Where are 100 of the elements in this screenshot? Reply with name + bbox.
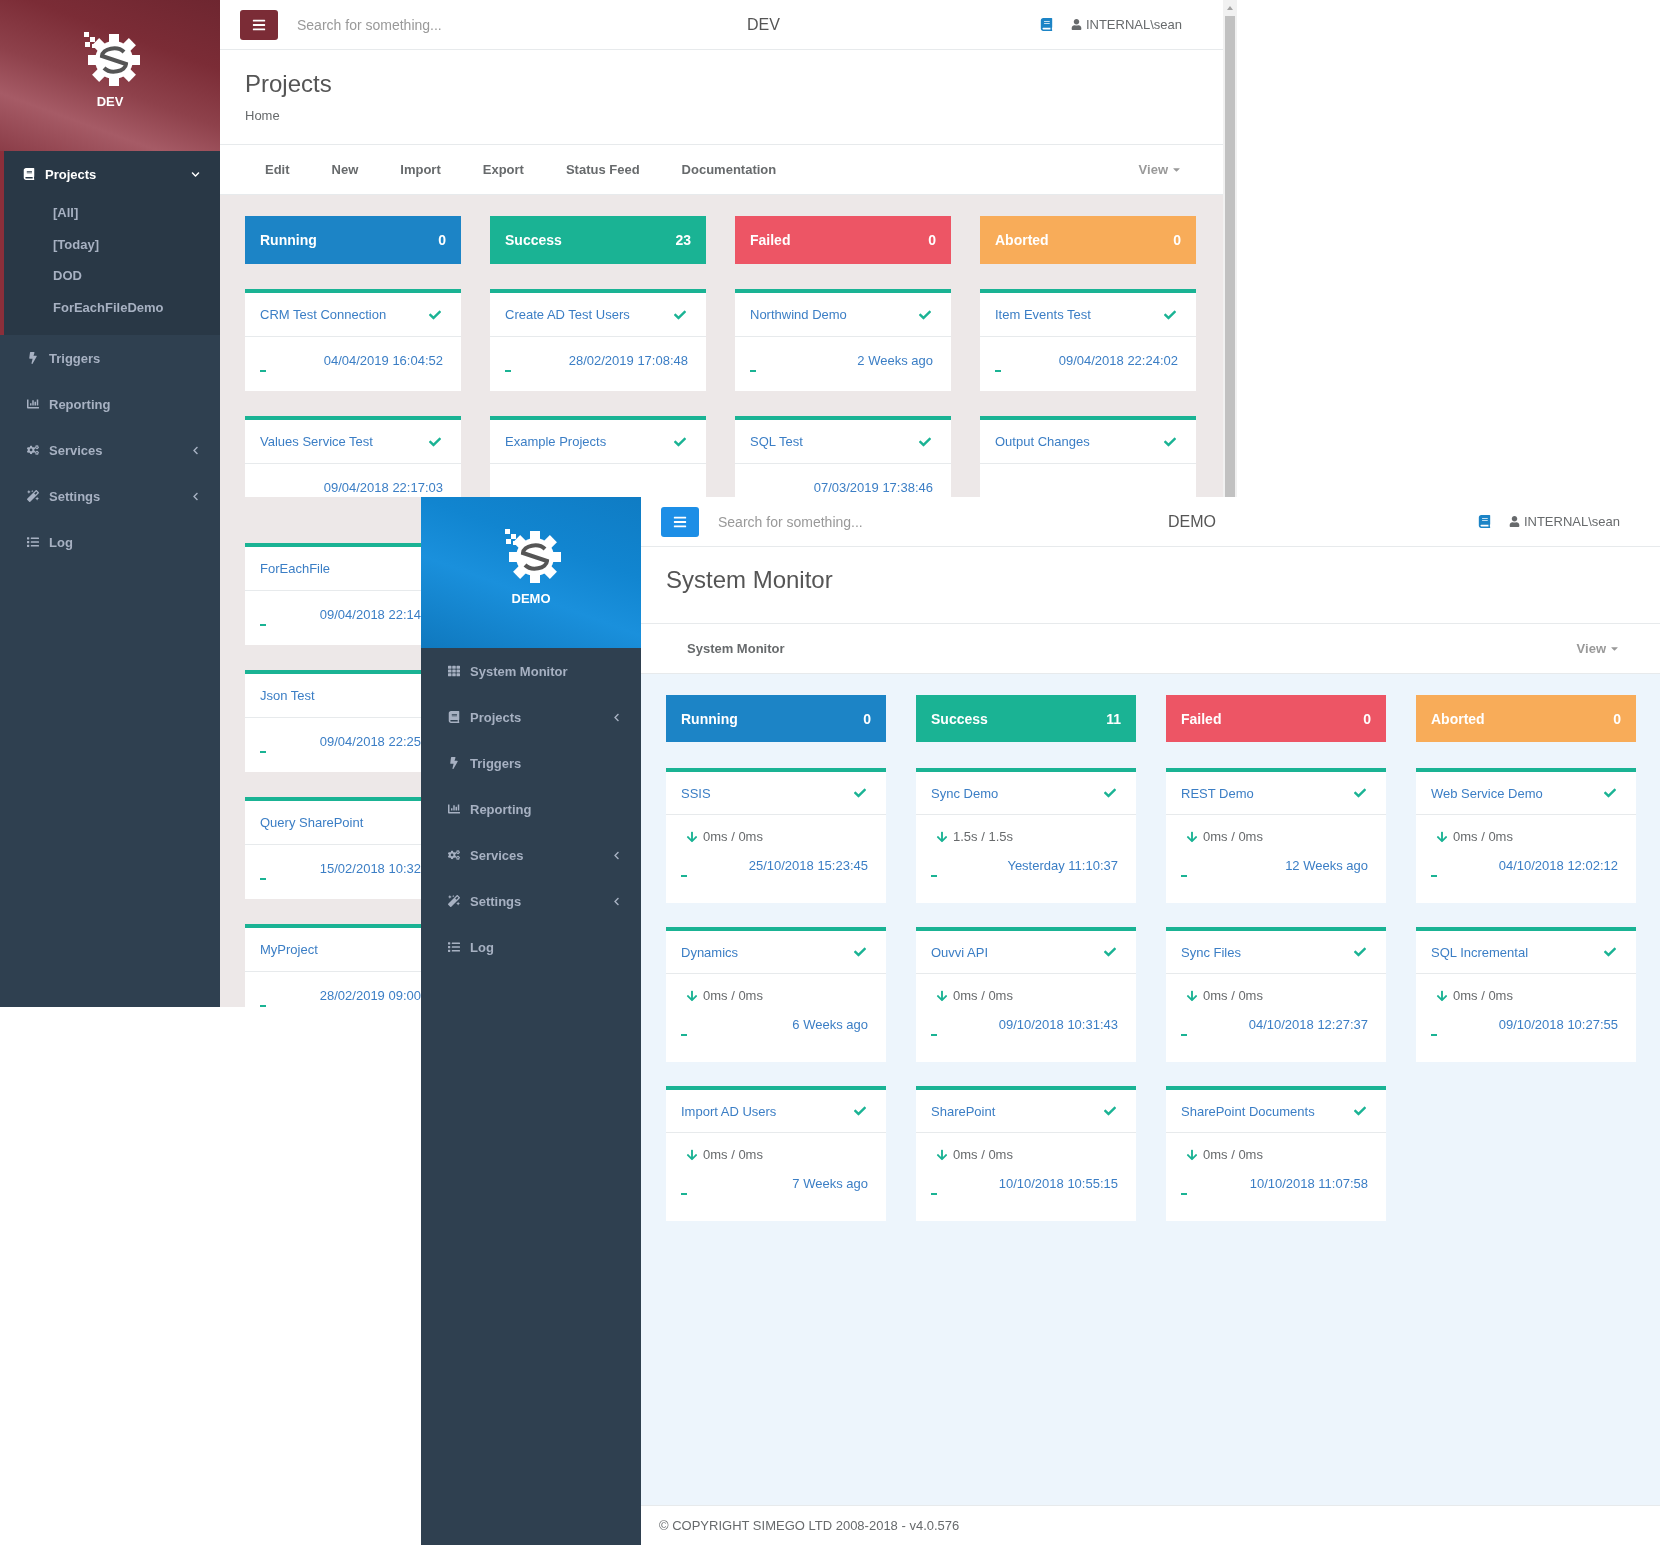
run-date: Yesterday 11:10:37 <box>1007 858 1118 873</box>
arrow-down-icon <box>686 830 698 843</box>
book-icon <box>1039 18 1053 31</box>
run-date: 04/10/2018 12:02:12 <box>1498 858 1618 873</box>
timing-text: 0ms / 0ms <box>1453 988 1513 1003</box>
book-icon <box>1477 515 1491 528</box>
project-link[interactable]: Item Events Test <box>995 307 1091 322</box>
nav-item[interactable]: Log <box>425 924 641 970</box>
project-link[interactable]: SharePoint <box>931 1103 996 1119</box>
status-count: 0 <box>928 232 936 248</box>
menu-icon <box>673 514 687 529</box>
search-field[interactable]: Search for something... <box>295 15 735 34</box>
nav-item[interactable]: System Monitor <box>425 648 641 694</box>
project-link[interactable]: SSIS <box>681 785 711 801</box>
bolt-icon <box>27 352 39 364</box>
nav-item[interactable]: Triggers <box>425 740 641 786</box>
project-link[interactable]: Example Projects <box>505 434 607 449</box>
sparkline <box>681 875 687 877</box>
toolbar-link[interactable]: System Monitor <box>687 641 806 656</box>
sparkline <box>260 878 266 880</box>
nav-item[interactable]: Log <box>4 519 220 565</box>
nav-item[interactable]: Reporting <box>4 381 220 427</box>
run-date: 09/04/2018 22:24:02 <box>1058 353 1178 368</box>
nav-item[interactable]: Projects <box>425 694 641 740</box>
toolbar-link[interactable]: Import <box>379 162 462 177</box>
project-link[interactable]: Web Service Demo <box>1431 785 1543 801</box>
toolbar-link[interactable]: Documentation <box>660 162 798 177</box>
project-link[interactable]: Query SharePoint <box>260 815 364 830</box>
timing-text: 0ms / 0ms <box>1203 1147 1263 1162</box>
status-label: Success <box>505 232 562 248</box>
sparkline <box>260 370 266 372</box>
submenu-item[interactable]: [All] <box>4 197 220 229</box>
help-link[interactable] <box>1477 515 1491 528</box>
run-date: 09/10/2018 10:27:55 <box>1498 1017 1618 1032</box>
project-link[interactable]: Create AD Test Users <box>505 307 630 322</box>
project-link[interactable]: SharePoint Documents <box>1181 1103 1315 1119</box>
sparkline <box>995 370 1001 372</box>
status-count: 0 <box>438 232 446 248</box>
project-link[interactable]: SQL Test <box>750 434 803 449</box>
search-field[interactable]: Search for something... <box>716 512 1156 531</box>
toolbar-link[interactable]: Export <box>461 162 545 177</box>
nav-item[interactable]: Services <box>425 832 641 878</box>
status-label: Aborted <box>1431 710 1485 727</box>
project-link[interactable]: Json Test <box>260 688 315 703</box>
run-date: 09/04/2018 22:14 <box>319 607 421 622</box>
project-link[interactable]: Northwind Demo <box>750 307 847 322</box>
run-date: 10/10/2018 10:55:15 <box>998 1176 1118 1191</box>
grid-icon <box>448 665 460 677</box>
status-label: Failed <box>1181 710 1222 727</box>
run-date: 28/02/2019 09:00 <box>319 988 421 1003</box>
user-menu[interactable]: INTERNAL\sean <box>1070 17 1182 32</box>
timing-text: 0ms / 0ms <box>1203 829 1263 844</box>
arrow-down-icon <box>686 989 698 1002</box>
status-count: 0 <box>1363 710 1371 727</box>
sparkline <box>1181 1034 1187 1036</box>
arrow-down-icon <box>936 830 948 843</box>
nav-item[interactable]: Settings <box>4 473 220 519</box>
project-link[interactable]: Output Changes <box>995 434 1090 449</box>
nav-item[interactable]: Reporting <box>425 786 641 832</box>
timing-text: 0ms / 0ms <box>703 829 763 844</box>
arrow-down-icon <box>1186 989 1198 1002</box>
book-icon <box>23 168 35 180</box>
timing-text: 0ms / 0ms <box>1453 829 1513 844</box>
project-link[interactable]: Import AD Users <box>681 1103 777 1119</box>
project-link[interactable]: Values Service Test <box>260 434 373 449</box>
project-link[interactable]: Ouvvi API <box>931 944 989 960</box>
run-date: 10/10/2018 11:07:58 <box>1249 1176 1368 1191</box>
submenu-item[interactable]: [Today] <box>4 228 220 260</box>
toolbar-link[interactable]: Status Feed <box>544 162 661 177</box>
arrow-down-icon <box>1436 830 1448 843</box>
user-menu[interactable]: INTERNAL\sean <box>1508 514 1620 529</box>
nav-item[interactable]: Settings <box>425 878 641 924</box>
sparkline <box>750 370 756 372</box>
toolbar-link[interactable]: New <box>310 162 380 177</box>
scrollbar[interactable] <box>1223 0 1237 497</box>
status-label: Success <box>931 710 988 727</box>
project-link[interactable]: SQL Incremental <box>1431 944 1529 960</box>
project-link[interactable]: CRM Test Connection <box>260 307 387 322</box>
nav-item[interactable]: Services <box>4 427 220 473</box>
project-link[interactable]: ForEachFile <box>260 561 331 576</box>
toolbar-link[interactable]: Edit <box>265 162 311 177</box>
project-link[interactable]: Sync Demo <box>931 785 999 801</box>
run-date: 25/10/2018 15:23:45 <box>748 858 868 873</box>
gears-icon <box>448 849 460 861</box>
project-link[interactable]: Sync Files <box>1181 944 1241 960</box>
sparkline <box>260 751 266 753</box>
view-dropdown[interactable]: View <box>1138 162 1182 177</box>
view-dropdown[interactable]: View <box>1576 641 1620 656</box>
project-link[interactable]: MyProject <box>260 942 318 957</box>
footer: © COPYRIGHT SIMEGO LTD 2008-2018 - v4.0.576 <box>641 1505 1660 1545</box>
run-date: 2 Weeks ago <box>857 353 933 368</box>
help-link[interactable] <box>1039 18 1053 31</box>
submenu-item[interactable]: DOD <box>4 260 220 292</box>
menu-button[interactable] <box>240 9 278 40</box>
project-link[interactable]: REST Demo <box>1181 785 1254 801</box>
nav-item[interactable]: Triggers <box>4 335 220 381</box>
run-date: 09/10/2018 10:31:43 <box>998 1017 1118 1032</box>
project-link[interactable]: Dynamics <box>681 944 739 960</box>
nav-item[interactable]: Projects <box>4 151 220 197</box>
submenu-item[interactable]: ForEachFileDemo <box>4 291 220 323</box>
